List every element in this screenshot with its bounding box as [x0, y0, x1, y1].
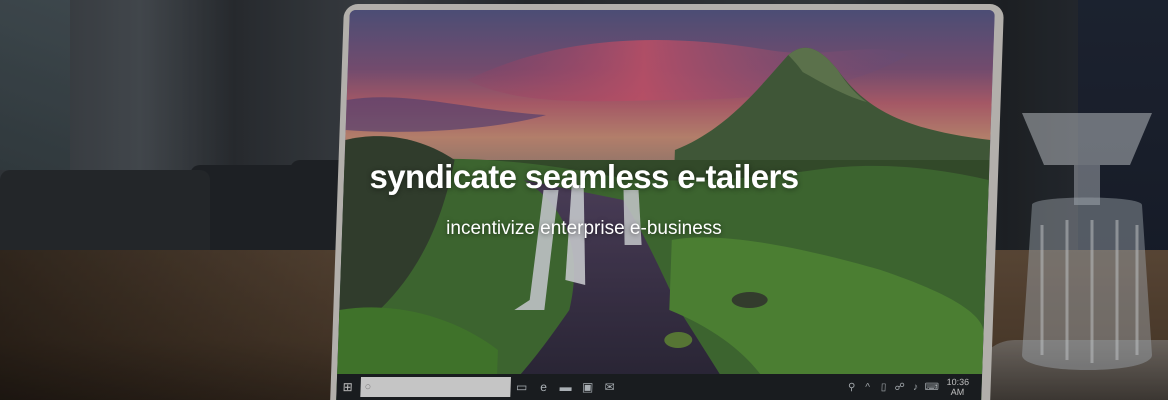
- hero-banner: ⊞ ○ ▭ e ▬ ▣ ✉ ⚲ ^ ▯ ☍ ♪ ⌨ 10:36 AM syndi…: [0, 0, 1168, 400]
- hero-caption: syndicate seamless e-tailers incentivize…: [0, 158, 1168, 240]
- hero-subheading: incentivize enterprise e-business: [446, 218, 722, 239]
- hero-heading: syndicate seamless e-tailers: [369, 158, 800, 195]
